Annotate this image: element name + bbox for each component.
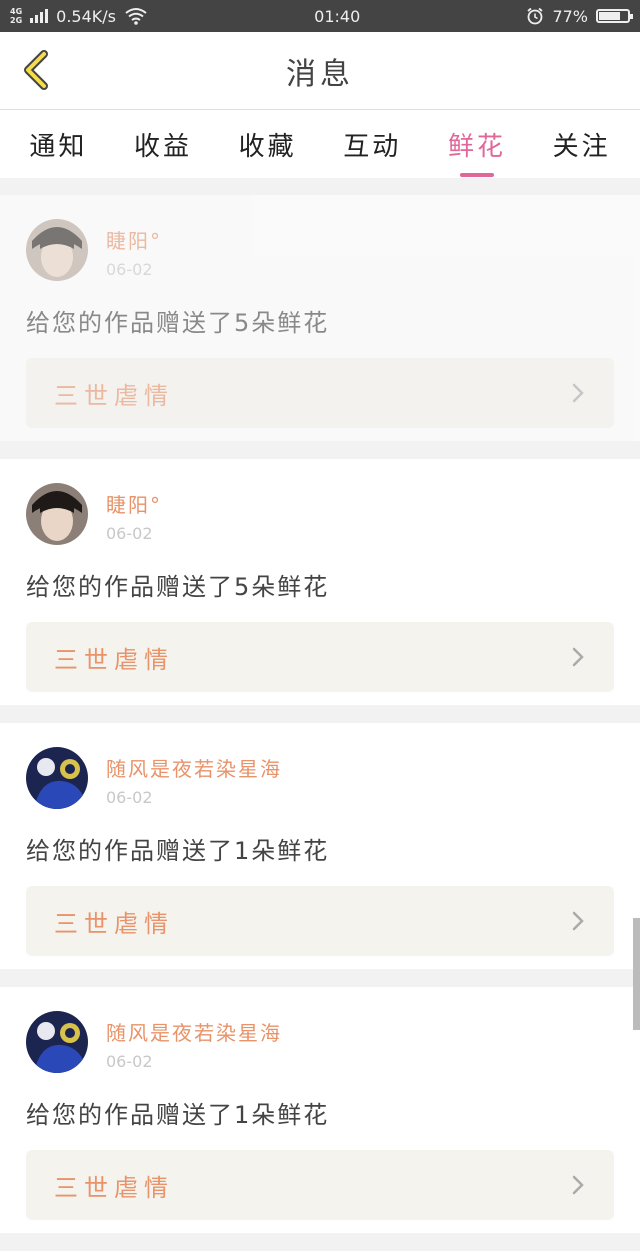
chevron-right-icon xyxy=(572,911,584,931)
username[interactable]: 睫阳° xyxy=(106,489,162,518)
network-type: 4G 2G xyxy=(10,7,22,25)
work-link[interactable]: 三世虐情 xyxy=(26,622,614,692)
work-title: 三世虐情 xyxy=(54,909,174,938)
alarm-icon xyxy=(527,7,544,25)
tab-earnings[interactable]: 收益 xyxy=(130,120,196,169)
chevron-right-icon xyxy=(572,1175,584,1195)
app-header: 消息 xyxy=(0,32,640,110)
work-link[interactable]: 三世虐情 xyxy=(26,886,614,956)
avatar[interactable] xyxy=(26,483,88,545)
page-title: 消息 xyxy=(286,56,354,92)
network-speed: 0.54K/s xyxy=(56,6,116,26)
status-right: 77% xyxy=(526,6,633,26)
message-card: 睫阳° 06-02 给您的作品赠送了5朵鲜花 三世虐情 xyxy=(0,459,640,705)
network-bottom-label: 2G xyxy=(10,16,23,25)
battery-percent: 77% xyxy=(552,6,588,26)
username[interactable]: 随风是夜若染星海 xyxy=(106,753,282,782)
message-text: 给您的作品赠送了1朵鲜花 xyxy=(26,837,330,865)
battery-fill xyxy=(599,12,621,20)
work-title: 三世虐情 xyxy=(54,1173,174,1202)
work-title: 三世虐情 xyxy=(54,645,174,674)
back-arrow-icon[interactable] xyxy=(18,50,58,90)
status-bar: 4G 2G 0.54K/s 01:40 77% xyxy=(0,0,640,32)
username[interactable]: 睫阳° xyxy=(106,225,162,254)
message-card: 随风是夜若染星海 06-02 给您的作品赠送了1朵鲜花 三世虐情 xyxy=(0,723,640,969)
message-date: 06-02 xyxy=(106,524,153,543)
message-card: 随风是夜若染星海 06-02 给您的作品赠送了1朵鲜花 三世虐情 xyxy=(0,987,640,1233)
tab-interactions[interactable]: 互动 xyxy=(339,120,405,169)
signal-icon xyxy=(30,9,49,23)
tab-notifications[interactable]: 通知 xyxy=(25,120,91,169)
message-text: 给您的作品赠送了5朵鲜花 xyxy=(26,573,330,601)
tab-flowers[interactable]: 鲜花 xyxy=(444,120,510,169)
clock: 01:40 xyxy=(314,6,361,26)
avatar[interactable] xyxy=(26,747,88,809)
username[interactable]: 随风是夜若染星海 xyxy=(106,1017,282,1046)
message-list: 睫阳° 06-02 给您的作品赠送了5朵鲜花 三世虐情 睫阳° 06-02 给您… xyxy=(0,195,640,1251)
wifi-icon xyxy=(125,8,147,25)
tab-favorites[interactable]: 收藏 xyxy=(235,120,301,169)
tab-bar: 通知 收益 收藏 互动 鲜花 关注 xyxy=(0,110,640,178)
work-link[interactable]: 三世虐情 xyxy=(26,358,614,428)
avatar[interactable] xyxy=(26,1011,88,1073)
work-link[interactable]: 三世虐情 xyxy=(26,1150,614,1220)
message-card: 睫阳° 06-02 给您的作品赠送了5朵鲜花 三世虐情 xyxy=(0,195,640,441)
message-date: 06-02 xyxy=(106,788,153,807)
tab-following[interactable]: 关注 xyxy=(549,120,615,169)
message-text: 给您的作品赠送了1朵鲜花 xyxy=(26,1101,330,1129)
network-top-label: 4G xyxy=(10,7,23,16)
chevron-right-icon xyxy=(572,647,584,667)
battery-icon xyxy=(596,9,633,23)
message-date: 06-02 xyxy=(106,1052,153,1071)
status-left: 4G 2G 0.54K/s xyxy=(10,7,148,26)
message-text: 给您的作品赠送了5朵鲜花 xyxy=(26,309,330,337)
message-date: 06-02 xyxy=(106,260,153,279)
chevron-right-icon xyxy=(572,383,584,403)
scrollbar[interactable] xyxy=(633,918,640,1030)
work-title: 三世虐情 xyxy=(54,381,174,410)
avatar[interactable] xyxy=(26,219,88,281)
